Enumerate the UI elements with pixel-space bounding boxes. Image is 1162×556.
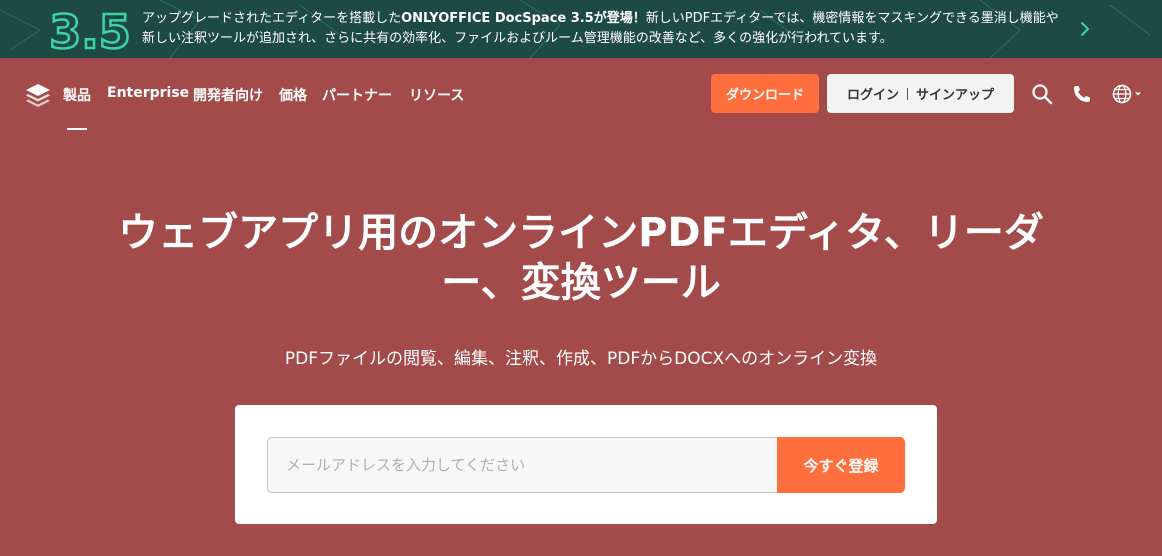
promo-text-before: アップグレードされたエディターを搭載した — [142, 11, 402, 26]
login-signup-button[interactable]: ログイン サインアップ — [827, 74, 1014, 113]
version-badge-icon: 3.5 — [50, 4, 130, 56]
main-nav: 製品 Enterprise 開発者向け 価格 パートナー リソース ダウンロード… — [0, 58, 1162, 136]
promo-banner[interactable]: 3.5 アップグレードされたエディターを搭載したONLYOFFICE DocSp… — [0, 0, 1162, 58]
signup-link[interactable]: サインアップ — [916, 84, 994, 103]
register-now-button[interactable]: 今すぐ登録 — [777, 437, 905, 493]
page-title-line1: ウェブアプリ用のオンラインPDFエディタ、リーダ — [118, 210, 1044, 256]
login-link[interactable]: ログイン — [847, 84, 899, 103]
promo-text[interactable]: アップグレードされたエディターを搭載したONLYOFFICE DocSpace … — [142, 9, 1062, 49]
download-button-label: ダウンロード — [725, 88, 804, 103]
nav-item-resources[interactable]: リソース — [409, 85, 464, 105]
version-badge-text: 3.5 — [50, 5, 130, 56]
download-button[interactable]: ダウンロード — [711, 74, 819, 113]
nav-item-pricing[interactable]: 価格 — [279, 85, 307, 105]
nav-active-underline — [67, 128, 87, 130]
layers-logo-icon[interactable] — [24, 82, 52, 108]
page-title: ウェブアプリ用のオンラインPDFエディタ、リーダ ー、変換ツール — [100, 208, 1062, 308]
nav-item-products[interactable]: 製品 — [63, 85, 91, 105]
nav-item-enterprise[interactable]: Enterprise — [107, 85, 189, 101]
nav-item-partners[interactable]: パートナー — [322, 85, 392, 105]
email-input[interactable] — [267, 437, 777, 493]
promo-text-bold: ONLYOFFICE DocSpace 3.5が登場！ — [401, 11, 646, 26]
login-separator — [907, 87, 908, 100]
phone-icon[interactable] — [1071, 83, 1093, 105]
search-icon[interactable] — [1031, 83, 1053, 105]
page-title-line2: ー、変換ツール — [441, 260, 721, 306]
page-subtitle: PDFファイルの閲覧、編集、注釈、作成、PDFからDOCXへのオンライン変換 — [284, 349, 878, 369]
nav-item-developers[interactable]: 開発者向け — [193, 85, 263, 105]
chevron-right-icon[interactable] — [1074, 18, 1096, 40]
register-now-label: 今すぐ登録 — [803, 456, 879, 475]
globe-icon[interactable] — [1111, 83, 1143, 105]
signup-card: 今すぐ登録 — [235, 405, 937, 524]
